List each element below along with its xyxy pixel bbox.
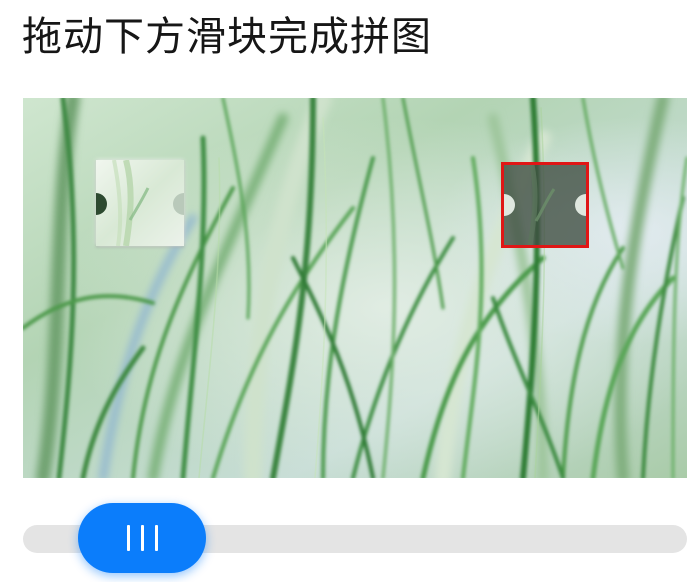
captcha-image <box>23 98 687 478</box>
slider-handle[interactable] <box>78 503 206 573</box>
drag-grip-icon <box>126 525 130 551</box>
grass-background-image <box>23 98 687 478</box>
page-title: 拖动下方滑块完成拼图 <box>22 14 432 60</box>
drag-grip-icon <box>154 525 158 551</box>
captcha-page: 拖动下方滑块完成拼图 <box>0 0 698 582</box>
puzzle-slot-icon <box>501 162 589 248</box>
puzzle-piece-icon[interactable] <box>96 160 184 246</box>
drag-grip-icon <box>140 525 144 551</box>
